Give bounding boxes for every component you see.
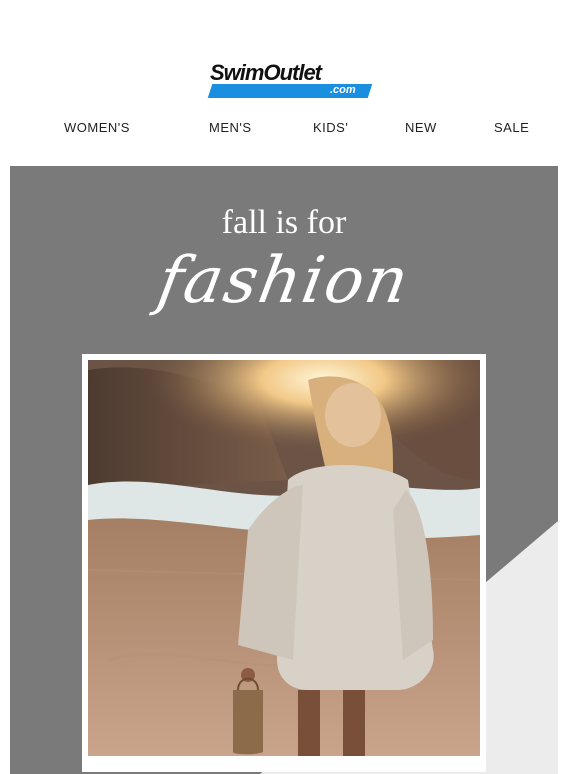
swimoutlet-logo[interactable]: SwimOutlet .com [207, 60, 380, 104]
hero-banner[interactable]: fall is for fashion [10, 166, 558, 774]
logo-main-text: SwimOutlet [210, 60, 322, 85]
nav-item-kids[interactable]: KIDS' [313, 120, 348, 135]
nav-item-womens[interactable]: WOMEN'S [64, 120, 130, 135]
nav-item-new[interactable]: NEW [405, 120, 437, 135]
main-nav: WOMEN'S MEN'S KIDS' NEW SALE [0, 120, 580, 140]
nav-item-sale[interactable]: SALE [494, 120, 529, 135]
email-header: SwimOutlet .com WOMEN'S MEN'S KIDS' NEW … [0, 0, 580, 166]
hero-photo-frame [82, 354, 486, 772]
beach-photo-illustration [88, 360, 480, 756]
nav-item-mens[interactable]: MEN'S [209, 120, 252, 135]
hero-headline-script: fashion [152, 244, 416, 318]
logo-sub-text: .com [330, 84, 356, 96]
hero-headline-small: fall is for [221, 204, 347, 241]
hero-photo[interactable] [88, 360, 480, 756]
